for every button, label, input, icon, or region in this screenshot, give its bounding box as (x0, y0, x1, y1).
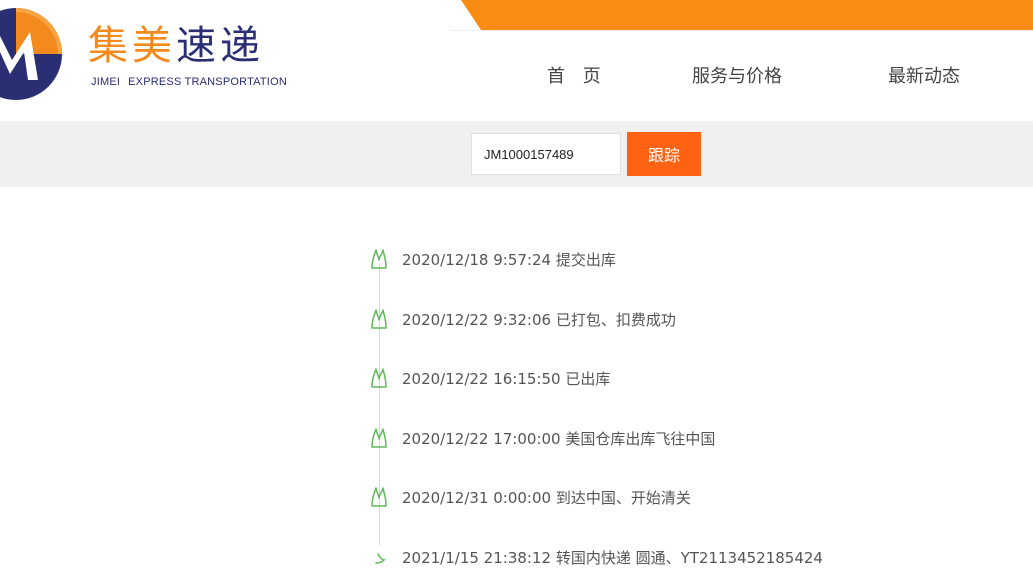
header-orange-band (461, 0, 1033, 30)
leaf-icon (371, 428, 387, 448)
brand-name-en-part2: EXPRESS TRANSPORTATION (128, 76, 287, 88)
brand-name-en: JIMEI EXPRESS TRANSPORTATION (91, 76, 295, 88)
site-header: 集美速递 JIMEI EXPRESS TRANSPORTATION 首 页 服务与… (0, 0, 1033, 121)
timeline-event-text: 2020/12/18 9:57:24 提交出库 (402, 251, 616, 269)
leaf-icon (375, 553, 386, 564)
header-divider (450, 30, 1033, 31)
leaf-icon (371, 249, 387, 269)
nav-home-link[interactable]: 首 页 (547, 62, 607, 88)
leaf-icon (371, 368, 387, 388)
brand-name-cn-part2: 速递 (176, 23, 264, 69)
timeline-event-text: 2020/12/22 17:00:00 美国仓库出库飞往中国 (402, 430, 716, 448)
leaf-icon (371, 487, 387, 507)
tracking-number-input[interactable] (471, 133, 621, 175)
brand-name-en-part1: JIMEI (91, 76, 121, 88)
timeline-event-text: 2020/12/31 0:00:00 到达中国、开始清关 (402, 489, 691, 507)
timeline-event-text: 2020/12/22 16:15:50 已出库 (402, 370, 611, 388)
timeline-event-text: 2020/12/22 9:32:06 已打包、扣费成功 (402, 311, 676, 329)
nav-news-link[interactable]: 最新动态 (888, 62, 960, 88)
brand-name-cn-part1: 集美 (88, 23, 176, 69)
timeline-event-text: 2021/1/15 21:38:12 转国内快递 圆通、YT2113452185… (402, 549, 823, 567)
brand-name-cn[interactable]: 集美速递 (88, 22, 264, 70)
leaf-icon (371, 309, 387, 329)
track-button[interactable]: 跟踪 (627, 132, 701, 176)
m-logo-icon[interactable] (0, 2, 64, 106)
nav-services-link[interactable]: 服务与价格 (692, 62, 782, 88)
